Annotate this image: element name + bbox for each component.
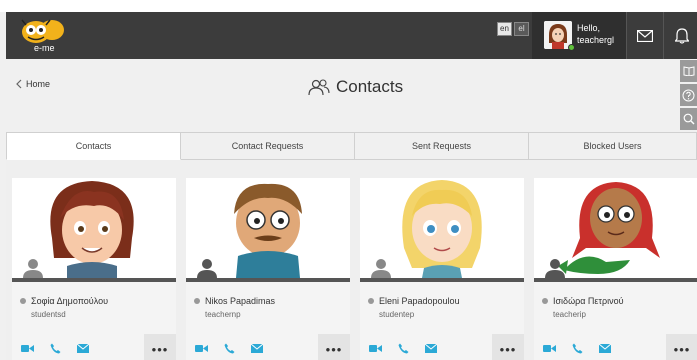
contact-username: teacherip (553, 310, 586, 319)
book-icon (683, 66, 694, 76)
more-options-button[interactable]: ••• (666, 334, 697, 360)
contact-name-row: Eleni Papadopoulou (368, 296, 460, 306)
contact-card[interactable]: Σοφία Δημοπούλου studentsd ••• (12, 178, 176, 360)
status-dot (194, 298, 200, 304)
video-call-button[interactable] (20, 342, 34, 354)
video-icon (194, 344, 208, 352)
envelope-icon (425, 343, 437, 353)
side-toolbar (680, 60, 697, 132)
status-dot (542, 298, 548, 304)
message-button[interactable] (250, 342, 264, 354)
side-tool-book[interactable] (680, 60, 697, 82)
contacts-tabs: Contacts Contact Requests Sent Requests … (6, 132, 697, 160)
call-button[interactable] (48, 342, 62, 354)
contact-info: Σοφία Δημοπούλου studentsd ••• (12, 282, 176, 360)
envelope-icon (599, 343, 611, 353)
contact-username: teachernp (205, 310, 241, 319)
video-icon (368, 344, 382, 352)
user-menu[interactable]: Hello, teachergl (532, 12, 626, 59)
contact-name: Nikos Papadimas (205, 296, 276, 306)
tab-sent-requests[interactable]: Sent Requests (355, 132, 529, 160)
message-button[interactable] (76, 342, 90, 354)
phone-icon (572, 343, 582, 353)
help-icon (682, 89, 695, 101)
search-icon (683, 113, 694, 125)
message-button[interactable] (598, 342, 612, 354)
person-icon (197, 259, 217, 278)
video-icon (542, 344, 556, 352)
video-call-button[interactable] (368, 342, 382, 354)
eme-logo[interactable]: e-me (14, 16, 72, 54)
top-strip (0, 0, 697, 12)
home-label: Home (26, 79, 51, 89)
contact-name: Eleni Papadopoulou (379, 296, 460, 306)
contact-username: studentep (379, 310, 415, 319)
contacts-grid: Σοφία Δημοπούλου studentsd ••• Nikos Pap… (6, 160, 697, 360)
username-text: teachergl (577, 35, 615, 45)
bell-icon (675, 27, 689, 44)
more-options-button[interactable]: ••• (492, 334, 524, 360)
video-call-button[interactable] (194, 342, 208, 354)
tab-contact-requests[interactable]: Contact Requests (181, 132, 355, 160)
contact-name: Ισιδώρα Πετρινού (553, 296, 624, 306)
logo-text: e-me (34, 43, 55, 53)
contact-name: Σοφία Δημοπούλου (31, 296, 108, 306)
contact-name-row: Σοφία Δημοπούλου (20, 296, 108, 306)
lang-el-button[interactable]: el (514, 22, 529, 36)
user-greeting: Hello, teachergl (577, 22, 614, 46)
side-tool-search[interactable] (680, 108, 697, 130)
more-options-button[interactable]: ••• (144, 334, 176, 360)
contact-info: Ισιδώρα Πετρινού teacherip ••• (534, 282, 697, 360)
contact-actions (194, 342, 264, 354)
contact-info: Eleni Papadopoulou studentep ••• (360, 282, 524, 360)
video-icon (20, 344, 34, 352)
page-title-text: Contacts (336, 77, 404, 96)
side-tool-help[interactable] (680, 84, 697, 106)
person-icon (371, 259, 391, 278)
greeting-text: Hello, (577, 23, 601, 33)
contact-card[interactable]: Eleni Papadopoulou studentep ••• (360, 178, 524, 360)
contact-card[interactable]: Ισιδώρα Πετρινού teacherip ••• (534, 178, 697, 360)
messages-button[interactable] (627, 12, 663, 59)
phone-icon (50, 343, 60, 353)
phone-icon (398, 343, 408, 353)
home-link[interactable]: Home (16, 79, 50, 89)
phone-icon (224, 343, 234, 353)
page-header: Home Contacts (6, 59, 678, 130)
contact-name-row: Ισιδώρα Πετρινού (542, 296, 624, 306)
contact-actions (368, 342, 438, 354)
contact-name-row: Nikos Papadimas (194, 296, 275, 306)
person-icon (23, 259, 43, 278)
video-call-button[interactable] (542, 342, 556, 354)
contacts-icon (308, 79, 330, 96)
envelope-icon (637, 29, 653, 42)
envelope-icon (77, 343, 89, 353)
contact-username: studentsd (31, 310, 66, 319)
online-status-dot (568, 44, 575, 51)
person-icon (545, 259, 565, 278)
page-title: Contacts (308, 77, 403, 97)
envelope-icon (251, 343, 263, 353)
status-dot (368, 298, 374, 304)
tab-contacts[interactable]: Contacts (6, 132, 181, 160)
contact-info: Nikos Papadimas teachernp ••• (186, 282, 350, 360)
more-options-button[interactable]: ••• (318, 334, 350, 360)
chevron-left-icon (16, 79, 22, 89)
tab-blocked-users[interactable]: Blocked Users (529, 132, 697, 160)
contact-actions (542, 342, 612, 354)
status-dot (20, 298, 26, 304)
call-button[interactable] (222, 342, 236, 354)
notifications-button[interactable] (664, 12, 697, 59)
call-button[interactable] (570, 342, 584, 354)
contact-card[interactable]: Nikos Papadimas teachernp ••• (186, 178, 350, 360)
contact-actions (20, 342, 90, 354)
call-button[interactable] (396, 342, 410, 354)
app-header: e-me en el Hello, teachergl (6, 12, 697, 59)
lang-en-button[interactable]: en (497, 22, 512, 36)
message-button[interactable] (424, 342, 438, 354)
